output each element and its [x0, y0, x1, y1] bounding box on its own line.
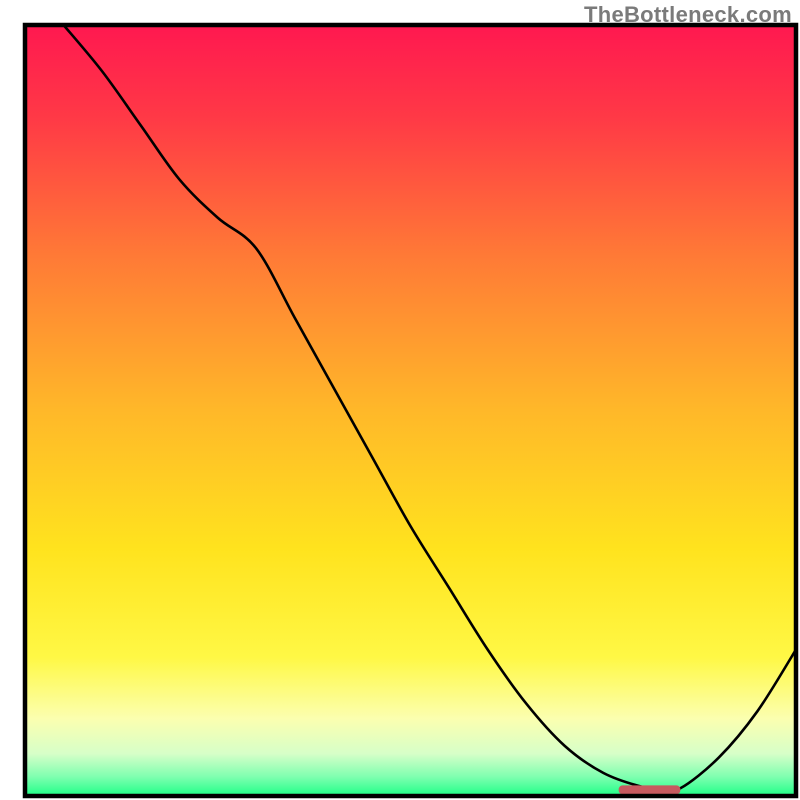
optimal-marker: [619, 785, 681, 794]
chart-container: TheBottleneck.com: [0, 0, 800, 800]
watermark-text: TheBottleneck.com: [584, 2, 792, 28]
bottleneck-chart: [0, 0, 800, 800]
gradient-background: [25, 25, 796, 796]
